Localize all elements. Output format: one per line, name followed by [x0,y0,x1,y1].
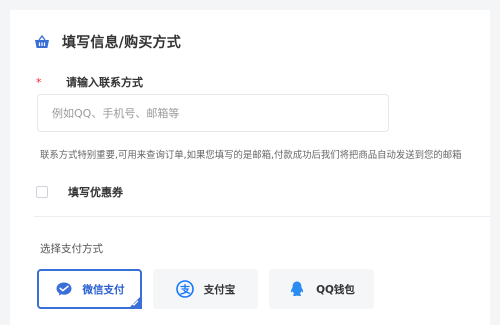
wechat-pay-label: 微信支付 [82,283,125,296]
coupon-checkbox[interactable] [36,186,48,198]
order-form-card: 填写信息/购买方式 * 请输入联系方式 联系方式特别重要,可用来查询订单,如果您… [10,10,490,325]
section-header: 填写信息/购买方式 [34,32,181,52]
alipay-button[interactable]: 支付宝 [153,269,258,309]
wechat-pay-icon [55,280,73,298]
payment-heading: 选择支付方式 [40,243,103,255]
wechat-pay-button[interactable]: 微信支付 [37,269,142,309]
checkmark-icon [131,298,139,306]
alipay-icon [175,280,194,298]
coupon-label[interactable]: 填写优惠券 [68,184,123,200]
coupon-row[interactable]: 填写优惠券 [36,184,123,200]
qq-wallet-label: QQ钱包 [316,283,355,296]
contact-label-row: * 请输入联系方式 [36,74,143,90]
contact-label: 请输入联系方式 [66,76,143,89]
qq-wallet-button[interactable]: QQ钱包 [269,269,374,309]
contact-input[interactable] [37,94,389,132]
required-mark: * [36,75,42,89]
alipay-label: 支付宝 [203,283,236,296]
divider [34,216,490,217]
shopping-basket-icon [34,34,50,50]
section-title: 填写信息/购买方式 [62,35,181,51]
contact-hint: 联系方式特别重要,可用来查询订单,如果您填写的是邮箱,付款成功后我们将把商品自动… [40,150,462,161]
qq-wallet-icon [288,280,306,298]
